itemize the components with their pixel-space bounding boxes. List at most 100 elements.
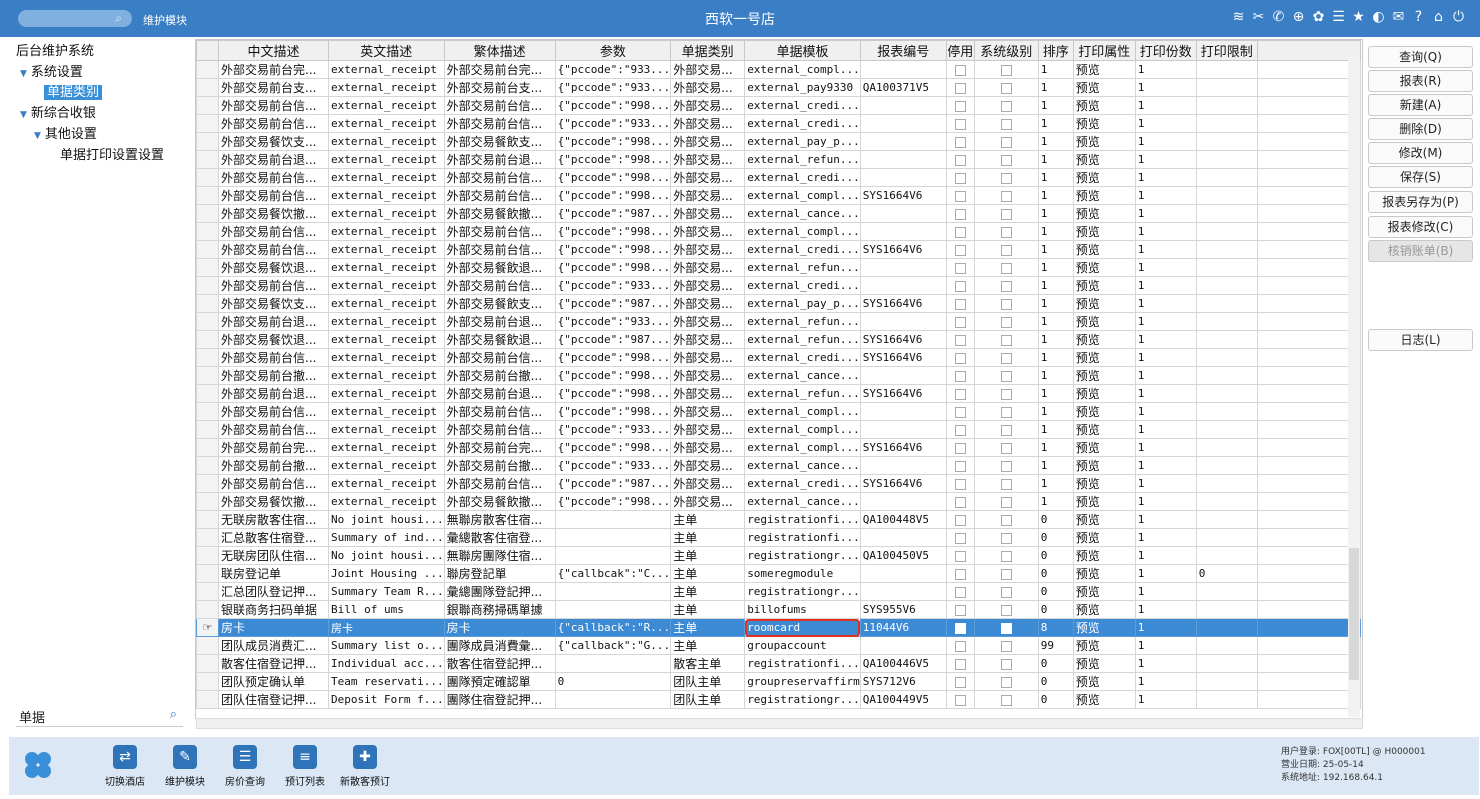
system-level-checkbox[interactable] [973,528,1039,547]
system-level-checkbox[interactable] [973,456,1039,475]
table-cell[interactable]: 外部交易... [670,474,746,493]
action-button[interactable]: 日志(L) [1368,329,1473,351]
table-cell[interactable]: 预览 [1072,600,1136,619]
table-cell[interactable]: registrationfi... [744,654,861,673]
table-cell[interactable]: 外部交易前台信... [218,240,329,259]
table-cell[interactable] [1195,294,1258,313]
table-cell[interactable]: 1 [1134,132,1197,151]
table-cell[interactable]: 外部交易餐饮撤... [218,492,329,511]
table-cell[interactable]: 预览 [1072,402,1136,421]
disabled-checkbox[interactable] [945,618,975,637]
table-cell[interactable]: 1 [1134,240,1197,259]
checkbox[interactable] [954,118,966,130]
table-row[interactable]: 外部交易前台信... external_receipt 外部交易前台信... {"pc… [196,348,1361,367]
checkbox[interactable] [954,640,966,652]
table-cell[interactable]: SYS1664V6 [859,474,947,493]
table-cell[interactable] [554,654,672,673]
checkbox[interactable] [954,154,966,166]
table-cell[interactable] [1195,60,1258,79]
table-cell[interactable] [1195,150,1258,169]
table-cell[interactable]: 团队住宿登记押... [218,690,329,709]
table-cell[interactable]: 预览 [1072,294,1136,313]
disabled-checkbox[interactable] [945,222,975,241]
table-cell[interactable]: 1 [1037,384,1074,403]
disabled-checkbox[interactable] [945,258,975,277]
table-cell[interactable]: 外部交易餐饮撤... [218,204,329,223]
system-level-checkbox[interactable] [973,618,1039,637]
disabled-checkbox[interactable] [945,636,975,655]
table-cell[interactable]: SYS1664V6 [859,240,947,259]
table-cell[interactable]: 房卡 [443,618,556,637]
table-cell[interactable]: 外部交易... [670,78,746,97]
table-cell[interactable]: 预览 [1072,528,1136,547]
table-cell[interactable]: billofums [744,600,861,619]
table-row[interactable]: 汇总团队登记押... Summary Team R... 彙總團隊登記押... 主单 r… [196,582,1361,601]
checkbox[interactable] [1000,622,1012,634]
table-cell[interactable]: 外部交易前台撤... [443,366,556,385]
table-cell[interactable]: 1 [1037,168,1074,187]
table-cell[interactable]: 1 [1134,474,1197,493]
table-cell[interactable]: 外部交易... [670,96,746,115]
table-cell[interactable]: 预览 [1072,492,1136,511]
table-cell[interactable]: 1 [1134,294,1197,313]
table-cell[interactable]: {"pccode":"933... [554,60,672,79]
table-cell[interactable]: 外部交易餐飲撤... [443,204,556,223]
table-cell[interactable]: SYS1664V6 [859,330,947,349]
table-cell[interactable]: 1 [1134,672,1197,691]
table-cell[interactable]: 预览 [1072,132,1136,151]
checkbox[interactable] [1000,676,1012,688]
table-cell[interactable]: external_receipt [328,492,445,511]
system-level-checkbox[interactable] [973,276,1039,295]
table-cell[interactable]: Deposit Form f... [328,690,445,709]
table-cell[interactable]: 外部交易... [670,312,746,331]
table-cell[interactable]: {"pccode":"998... [554,384,672,403]
table-cell[interactable]: 预览 [1072,312,1136,331]
table-cell[interactable] [859,168,947,187]
table-cell[interactable]: 主单 [670,582,746,601]
table-cell[interactable] [859,222,947,241]
table-cell[interactable] [1195,186,1258,205]
table-cell[interactable]: 1 [1134,384,1197,403]
table-cell[interactable]: 预览 [1072,276,1136,295]
table-cell[interactable]: 预览 [1072,510,1136,529]
table-row[interactable]: 外部交易前台完... external_receipt 外部交易前台完... {"pc… [196,60,1361,79]
table-cell[interactable]: external_compl... [744,60,861,79]
table-cell[interactable]: 预览 [1072,186,1136,205]
table-cell[interactable]: {"callbcak":"C... [554,564,672,583]
table-cell[interactable]: 主单 [670,564,746,583]
system-level-checkbox[interactable] [973,168,1039,187]
table-row[interactable]: 外部交易前台信... external_receipt 外部交易前台信... {"pc… [196,240,1361,259]
checkbox[interactable] [1000,352,1012,364]
table-cell[interactable]: external_refun... [744,258,861,277]
table-cell[interactable]: 1 [1037,276,1074,295]
action-button[interactable]: 报表修改(C) [1368,216,1473,238]
table-cell[interactable]: 1 [1037,240,1074,259]
tree-item-document-category[interactable]: 单据类别 [44,84,103,102]
table-cell[interactable]: {"pccode":"998... [554,168,672,187]
table-cell[interactable]: 8 [1037,618,1074,637]
table-cell[interactable]: 團隊預定確認單 [443,672,556,691]
disabled-checkbox[interactable] [945,150,975,169]
table-cell[interactable] [859,366,947,385]
system-level-checkbox[interactable] [973,258,1039,277]
action-button[interactable]: 修改(M) [1368,142,1473,164]
table-cell[interactable]: 外部交易前台支... [218,78,329,97]
table-cell[interactable] [1195,132,1258,151]
table-cell[interactable] [859,312,947,331]
table-row[interactable]: 外部交易餐饮撤... external_receipt 外部交易餐飲撤... {"pc… [196,204,1361,223]
table-cell[interactable]: 1 [1134,60,1197,79]
table-cell[interactable]: 外部交易... [670,186,746,205]
table-row[interactable]: 外部交易前台信... external_receipt 外部交易前台信... {"pc… [196,96,1361,115]
table-cell[interactable]: 预览 [1072,690,1136,709]
table-cell[interactable]: {"pccode":"998... [554,222,672,241]
table-cell[interactable]: 外部交易... [670,384,746,403]
checkbox[interactable] [954,532,966,544]
table-cell[interactable]: 1 [1037,186,1074,205]
table-cell[interactable]: 1 [1037,420,1074,439]
dock-item[interactable]: ≡ 预订列表 [275,745,335,788]
table-cell[interactable]: SYS712V6 [859,672,947,691]
checkbox[interactable] [1000,334,1012,346]
column-header[interactable]: 打印份数 [1134,40,1197,61]
table-row[interactable]: 外部交易餐饮支... external_receipt 外部交易餐飲支... {"pc… [196,132,1361,151]
column-header[interactable]: 单据模板 [744,40,861,61]
